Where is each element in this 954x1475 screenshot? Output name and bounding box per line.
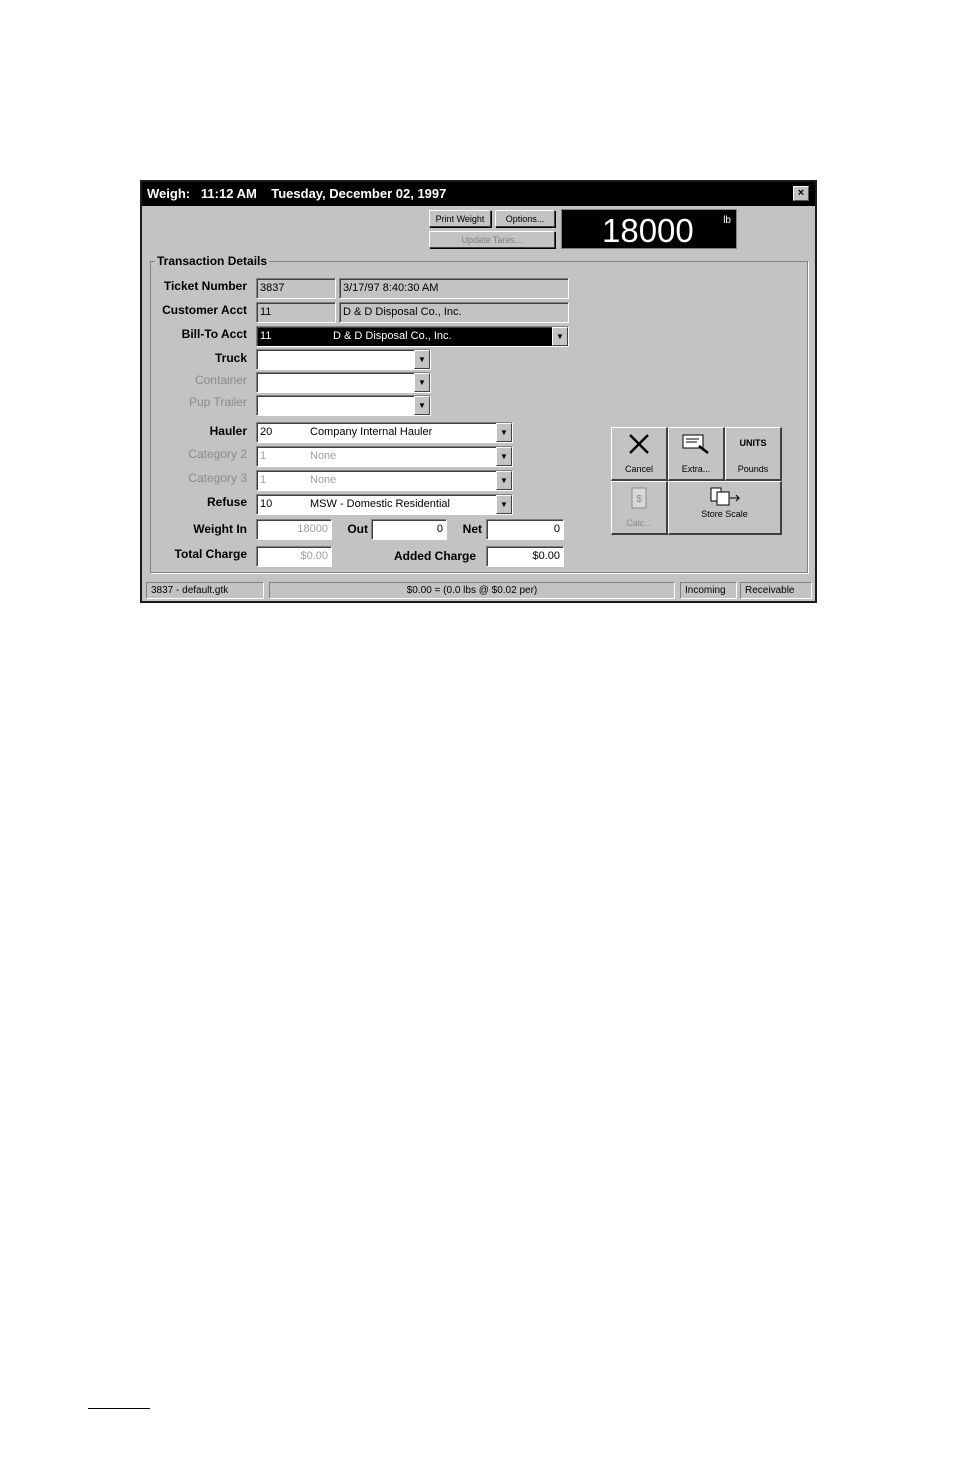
category3-label: Category 3 <box>188 471 247 485</box>
status-bar: 3837 - default.gtk $0.00 = (0.0 lbs @ $0… <box>142 579 815 601</box>
transaction-details-title: Transaction Details <box>155 254 270 268</box>
cancel-button[interactable]: Cancel <box>611 427 668 481</box>
truck-label: Truck <box>214 351 247 365</box>
calc-label: Calc... <box>626 518 652 528</box>
hauler-label: Hauler <box>209 424 247 438</box>
weight-display: 18000 lb <box>561 209 737 249</box>
out-label: Out <box>347 522 368 536</box>
store-scale-label: Store Scale <box>701 509 748 519</box>
window-title: Weigh: 11:12 AM Tuesday, December 02, 19… <box>147 186 447 201</box>
weight-value: 18000 <box>602 212 694 249</box>
print-weight-button[interactable]: Print Weight <box>429 210 491 227</box>
refuse-name: MSW - Domestic Residential <box>310 498 450 510</box>
out-weight-field[interactable]: 0 <box>371 519 447 540</box>
units-label: Pounds <box>737 464 769 474</box>
status-type: Receivable <box>740 582 812 599</box>
category3-name: None <box>310 474 337 486</box>
bill-to-acct-code: 11 <box>260 330 272 342</box>
refuse-label: Refuse <box>206 495 247 509</box>
total-charge-field[interactable]: $0.00 <box>256 546 332 567</box>
ticket-number-label: Ticket Number <box>163 279 247 293</box>
bill-to-acct-combo[interactable]: 11 D & D Disposal Co., Inc. ▼ <box>256 326 569 347</box>
bill-to-acct-label: Bill-To Acct <box>181 327 247 341</box>
customer-name-field: D & D Disposal Co., Inc. <box>339 302 569 323</box>
store-scale-button[interactable]: Store Scale <box>668 481 782 535</box>
store-scale-icon <box>669 486 780 510</box>
net-label: Net <box>462 522 482 536</box>
page-footer-rule <box>88 1408 150 1409</box>
update-tares-button[interactable]: Update Tares... <box>429 231 555 248</box>
ticket-number-field: 3837 <box>256 278 336 299</box>
category2-dropdown-arrow-icon[interactable]: ▼ <box>496 447 512 466</box>
weight-unit: lb <box>723 215 731 226</box>
bill-to-acct-name: D & D Disposal Co., Inc. <box>333 330 452 342</box>
added-charge-label: Added Charge <box>393 549 476 563</box>
ticket-datetime-field: 3/17/97 8:40:30 AM <box>339 278 569 299</box>
weight-in-field[interactable]: 18000 <box>256 519 332 540</box>
status-direction: Incoming <box>680 582 737 599</box>
weight-in-label: Weight In <box>193 522 247 536</box>
category2-code: 1 <box>260 450 267 462</box>
refuse-dropdown-arrow-icon[interactable]: ▼ <box>496 495 512 514</box>
pup-trailer-combo[interactable]: ▼ <box>256 395 431 416</box>
total-charge-label: Total Charge <box>174 547 247 561</box>
status-summary: $0.00 = (0.0 lbs @ $0.02 per) <box>269 582 675 599</box>
title-bar: Weigh: 11:12 AM Tuesday, December 02, 19… <box>142 182 815 206</box>
category3-combo[interactable]: 1 None ▼ <box>256 470 513 491</box>
category2-combo[interactable]: 1 None ▼ <box>256 446 513 467</box>
category3-dropdown-arrow-icon[interactable]: ▼ <box>496 471 512 490</box>
units-icon: UNITS <box>739 438 767 448</box>
category3-code: 1 <box>260 474 267 486</box>
calc-icon: $ <box>612 486 666 512</box>
container-label: Container <box>194 373 247 387</box>
svg-text:$: $ <box>636 494 642 505</box>
extra-label: Extra... <box>681 464 711 474</box>
category2-label: Category 2 <box>188 447 247 461</box>
bill-to-dropdown-arrow-icon[interactable]: ▼ <box>552 327 568 346</box>
options-button[interactable]: Options... <box>495 210 555 227</box>
cancel-label: Cancel <box>624 464 653 474</box>
hauler-dropdown-arrow-icon[interactable]: ▼ <box>496 423 512 442</box>
cancel-x-icon <box>612 432 666 458</box>
hauler-combo[interactable]: 20 Company Internal Hauler ▼ <box>256 422 513 443</box>
customer-acct-label: Customer Acct <box>162 303 247 317</box>
units-button[interactable]: UNITS Pounds <box>725 427 782 481</box>
refuse-combo[interactable]: 10 MSW - Domestic Residential ▼ <box>256 494 513 515</box>
hauler-name: Company Internal Hauler <box>310 426 433 438</box>
extra-icon <box>669 432 723 458</box>
customer-acct-field: 11 <box>256 302 336 323</box>
added-charge-field[interactable]: $0.00 <box>486 546 564 567</box>
truck-combo[interactable]: ▼ <box>256 349 431 370</box>
extra-button[interactable]: Extra... <box>668 427 725 481</box>
pup-trailer-dropdown-arrow-icon[interactable]: ▼ <box>414 396 430 415</box>
category2-name: None <box>310 450 337 462</box>
weigh-window: Weigh: 11:12 AM Tuesday, December 02, 19… <box>140 180 817 603</box>
status-file: 3837 - default.gtk <box>146 582 264 599</box>
calc-button[interactable]: $ Calc... <box>611 481 668 535</box>
net-weight-field[interactable]: 0 <box>486 519 564 540</box>
hauler-code: 20 <box>260 426 273 438</box>
truck-dropdown-arrow-icon[interactable]: ▼ <box>414 350 430 369</box>
refuse-code: 10 <box>260 498 273 510</box>
close-button[interactable]: × <box>793 186 809 201</box>
pup-trailer-label: Pup Trailer <box>188 395 247 409</box>
container-combo[interactable]: ▼ <box>256 372 431 393</box>
container-dropdown-arrow-icon[interactable]: ▼ <box>414 373 430 392</box>
